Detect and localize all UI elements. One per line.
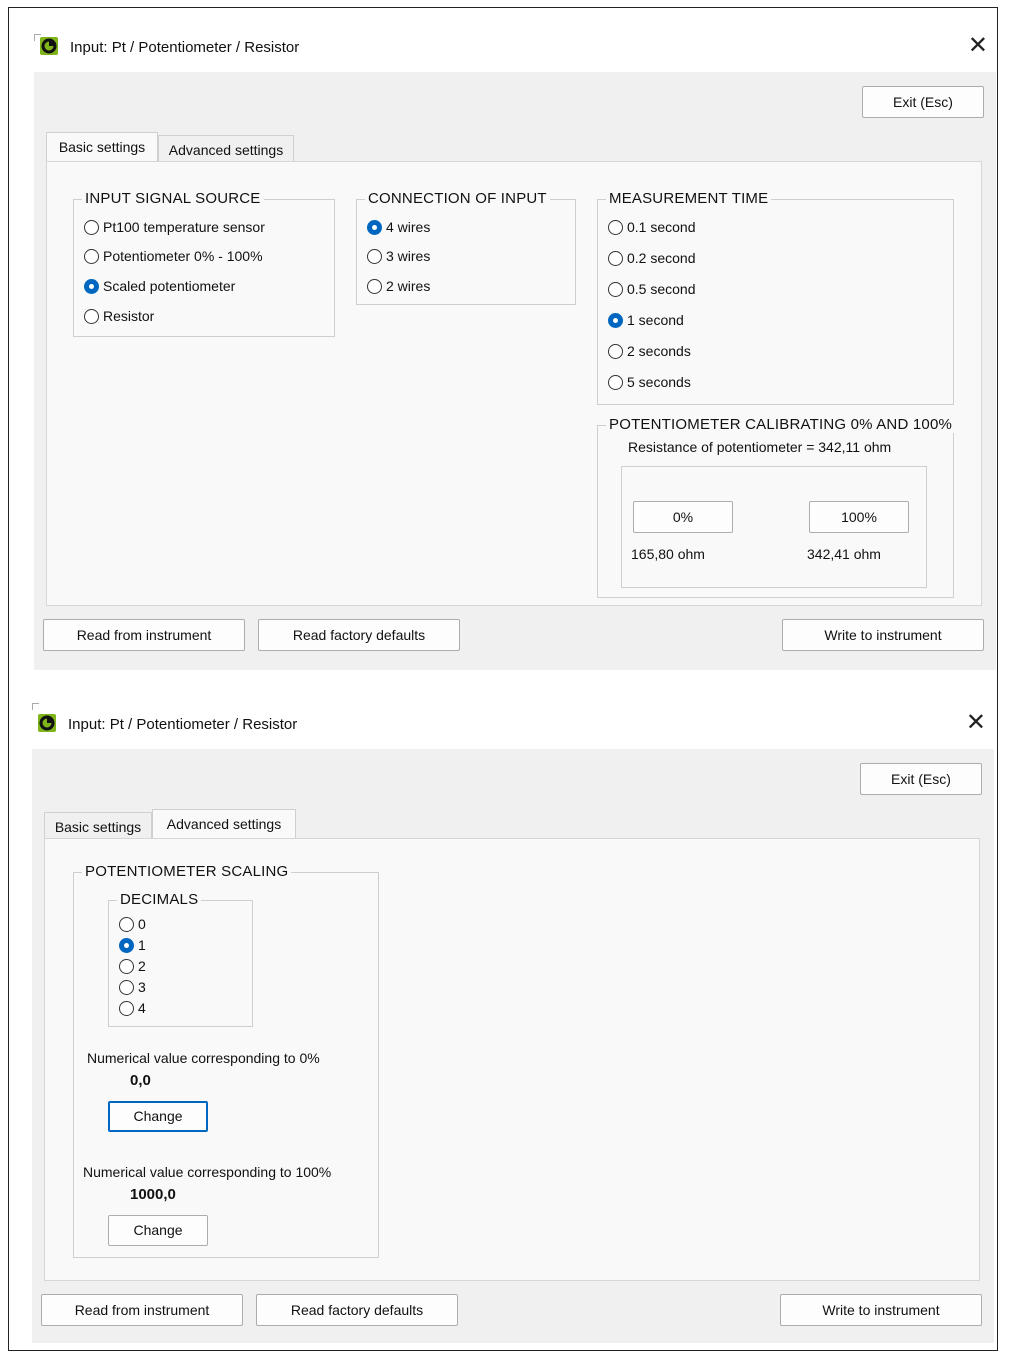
radio-circle-icon — [608, 375, 623, 390]
calibrate-100-button[interactable]: 100% — [809, 501, 909, 533]
app-logo-icon — [40, 37, 58, 55]
exit-button[interactable]: Exit (Esc) — [862, 86, 984, 118]
tab-basic-settings[interactable]: Basic settings — [44, 812, 152, 840]
radio-circle-icon — [84, 220, 99, 235]
close-icon[interactable]: ✕ — [966, 708, 986, 738]
title-bar: Input: Pt / Potentiometer / Resistor ✕ — [34, 26, 996, 72]
change-value-0-button[interactable]: Change — [108, 1101, 208, 1132]
client-area: Exit (Esc) Basic settings Advanced setti… — [34, 72, 996, 670]
radio-circle-icon — [119, 917, 134, 932]
potentiometer-scaling-group: POTENTIOMETER SCALING DECIMALS 0 1 2 3 4… — [73, 863, 379, 1258]
radio-selected-icon — [367, 220, 382, 235]
potentiometer-calibrating-group: POTENTIOMETER CALIBRATING 0% AND 100% Re… — [597, 416, 956, 598]
change-value-100-button[interactable]: Change — [108, 1215, 208, 1246]
window-title: Input: Pt / Potentiometer / Resistor — [70, 39, 300, 56]
read-factory-defaults-button[interactable]: Read factory defaults — [258, 619, 460, 651]
radio-circle-icon — [119, 980, 134, 995]
write-to-instrument-button[interactable]: Write to instrument — [782, 619, 984, 651]
radio-circle-icon — [608, 282, 623, 297]
group-title: DECIMALS — [117, 891, 202, 908]
measurement-time-group: MEASUREMENT TIME 0.1 second 0.2 second 0… — [597, 190, 954, 405]
group-title: CONNECTION OF INPUT — [365, 190, 550, 207]
advanced-settings-pane: POTENTIOMETER SCALING DECIMALS 0 1 2 3 4… — [44, 838, 980, 1281]
calibrate-0-button[interactable]: 0% — [633, 501, 733, 533]
radio-circle-icon — [84, 309, 99, 324]
radio-circle-icon — [84, 249, 99, 264]
radio-circle-icon — [608, 251, 623, 266]
read-factory-defaults-button[interactable]: Read factory defaults — [256, 1294, 458, 1326]
radio-selected-icon — [608, 313, 623, 328]
exit-button[interactable]: Exit (Esc) — [860, 763, 982, 795]
tab-advanced-settings[interactable]: Advanced settings — [152, 809, 296, 840]
window-advanced: Input: Pt / Potentiometer / Resistor ✕ E… — [32, 703, 994, 1347]
label-value-0: Numerical value corresponding to 0% — [87, 1050, 320, 1066]
radio-circle-icon — [119, 959, 134, 974]
group-title: INPUT SIGNAL SOURCE — [82, 190, 264, 207]
radio-circle-icon — [367, 249, 382, 264]
read-from-instrument-button[interactable]: Read from instrument — [41, 1294, 243, 1326]
group-title: POTENTIOMETER CALIBRATING 0% AND 100% — [606, 416, 956, 433]
decimals-group: DECIMALS 0 1 2 3 4 — [108, 891, 253, 1027]
numeric-value-100: 1000,0 — [130, 1186, 176, 1203]
app-logo-icon — [38, 714, 56, 732]
tab-basic-settings[interactable]: Basic settings — [46, 132, 158, 163]
calibration-inner-box: 0% 100% 165,80 ohm 342,41 ohm — [621, 466, 927, 588]
group-title: MEASUREMENT TIME — [606, 190, 772, 207]
window-title: Input: Pt / Potentiometer / Resistor — [68, 716, 298, 733]
write-to-instrument-button[interactable]: Write to instrument — [780, 1294, 982, 1326]
read-from-instrument-button[interactable]: Read from instrument — [43, 619, 245, 651]
radio-circle-icon — [608, 220, 623, 235]
calibration-value-0: 165,80 ohm — [631, 546, 705, 562]
tab-advanced-settings[interactable]: Advanced settings — [158, 135, 294, 163]
radio-circle-icon — [119, 1001, 134, 1016]
radio-circle-icon — [367, 279, 382, 294]
radio-circle-icon — [608, 344, 623, 359]
resistance-readout: Resistance of potentiometer = 342,11 ohm — [628, 439, 892, 455]
close-icon[interactable]: ✕ — [968, 31, 988, 61]
window-corner — [32, 703, 39, 710]
group-title: POTENTIOMETER SCALING — [82, 863, 292, 880]
numeric-value-0: 0,0 — [130, 1072, 151, 1089]
window-basic: Input: Pt / Potentiometer / Resistor ✕ E… — [34, 26, 996, 670]
calibration-value-100: 342,41 ohm — [807, 546, 881, 562]
radio-selected-icon — [119, 938, 134, 953]
label-value-100: Numerical value corresponding to 100% — [83, 1164, 332, 1180]
title-bar: Input: Pt / Potentiometer / Resistor ✕ — [32, 703, 994, 749]
client-area: Exit (Esc) Basic settings Advanced setti… — [32, 749, 994, 1343]
input-signal-source-group: INPUT SIGNAL SOURCE Pt100 temperature se… — [73, 190, 335, 337]
radio-selected-icon — [84, 279, 99, 294]
basic-settings-pane: INPUT SIGNAL SOURCE Pt100 temperature se… — [46, 161, 982, 606]
connection-of-input-group: CONNECTION OF INPUT 4 wires 3 wires 2 wi… — [356, 190, 576, 305]
